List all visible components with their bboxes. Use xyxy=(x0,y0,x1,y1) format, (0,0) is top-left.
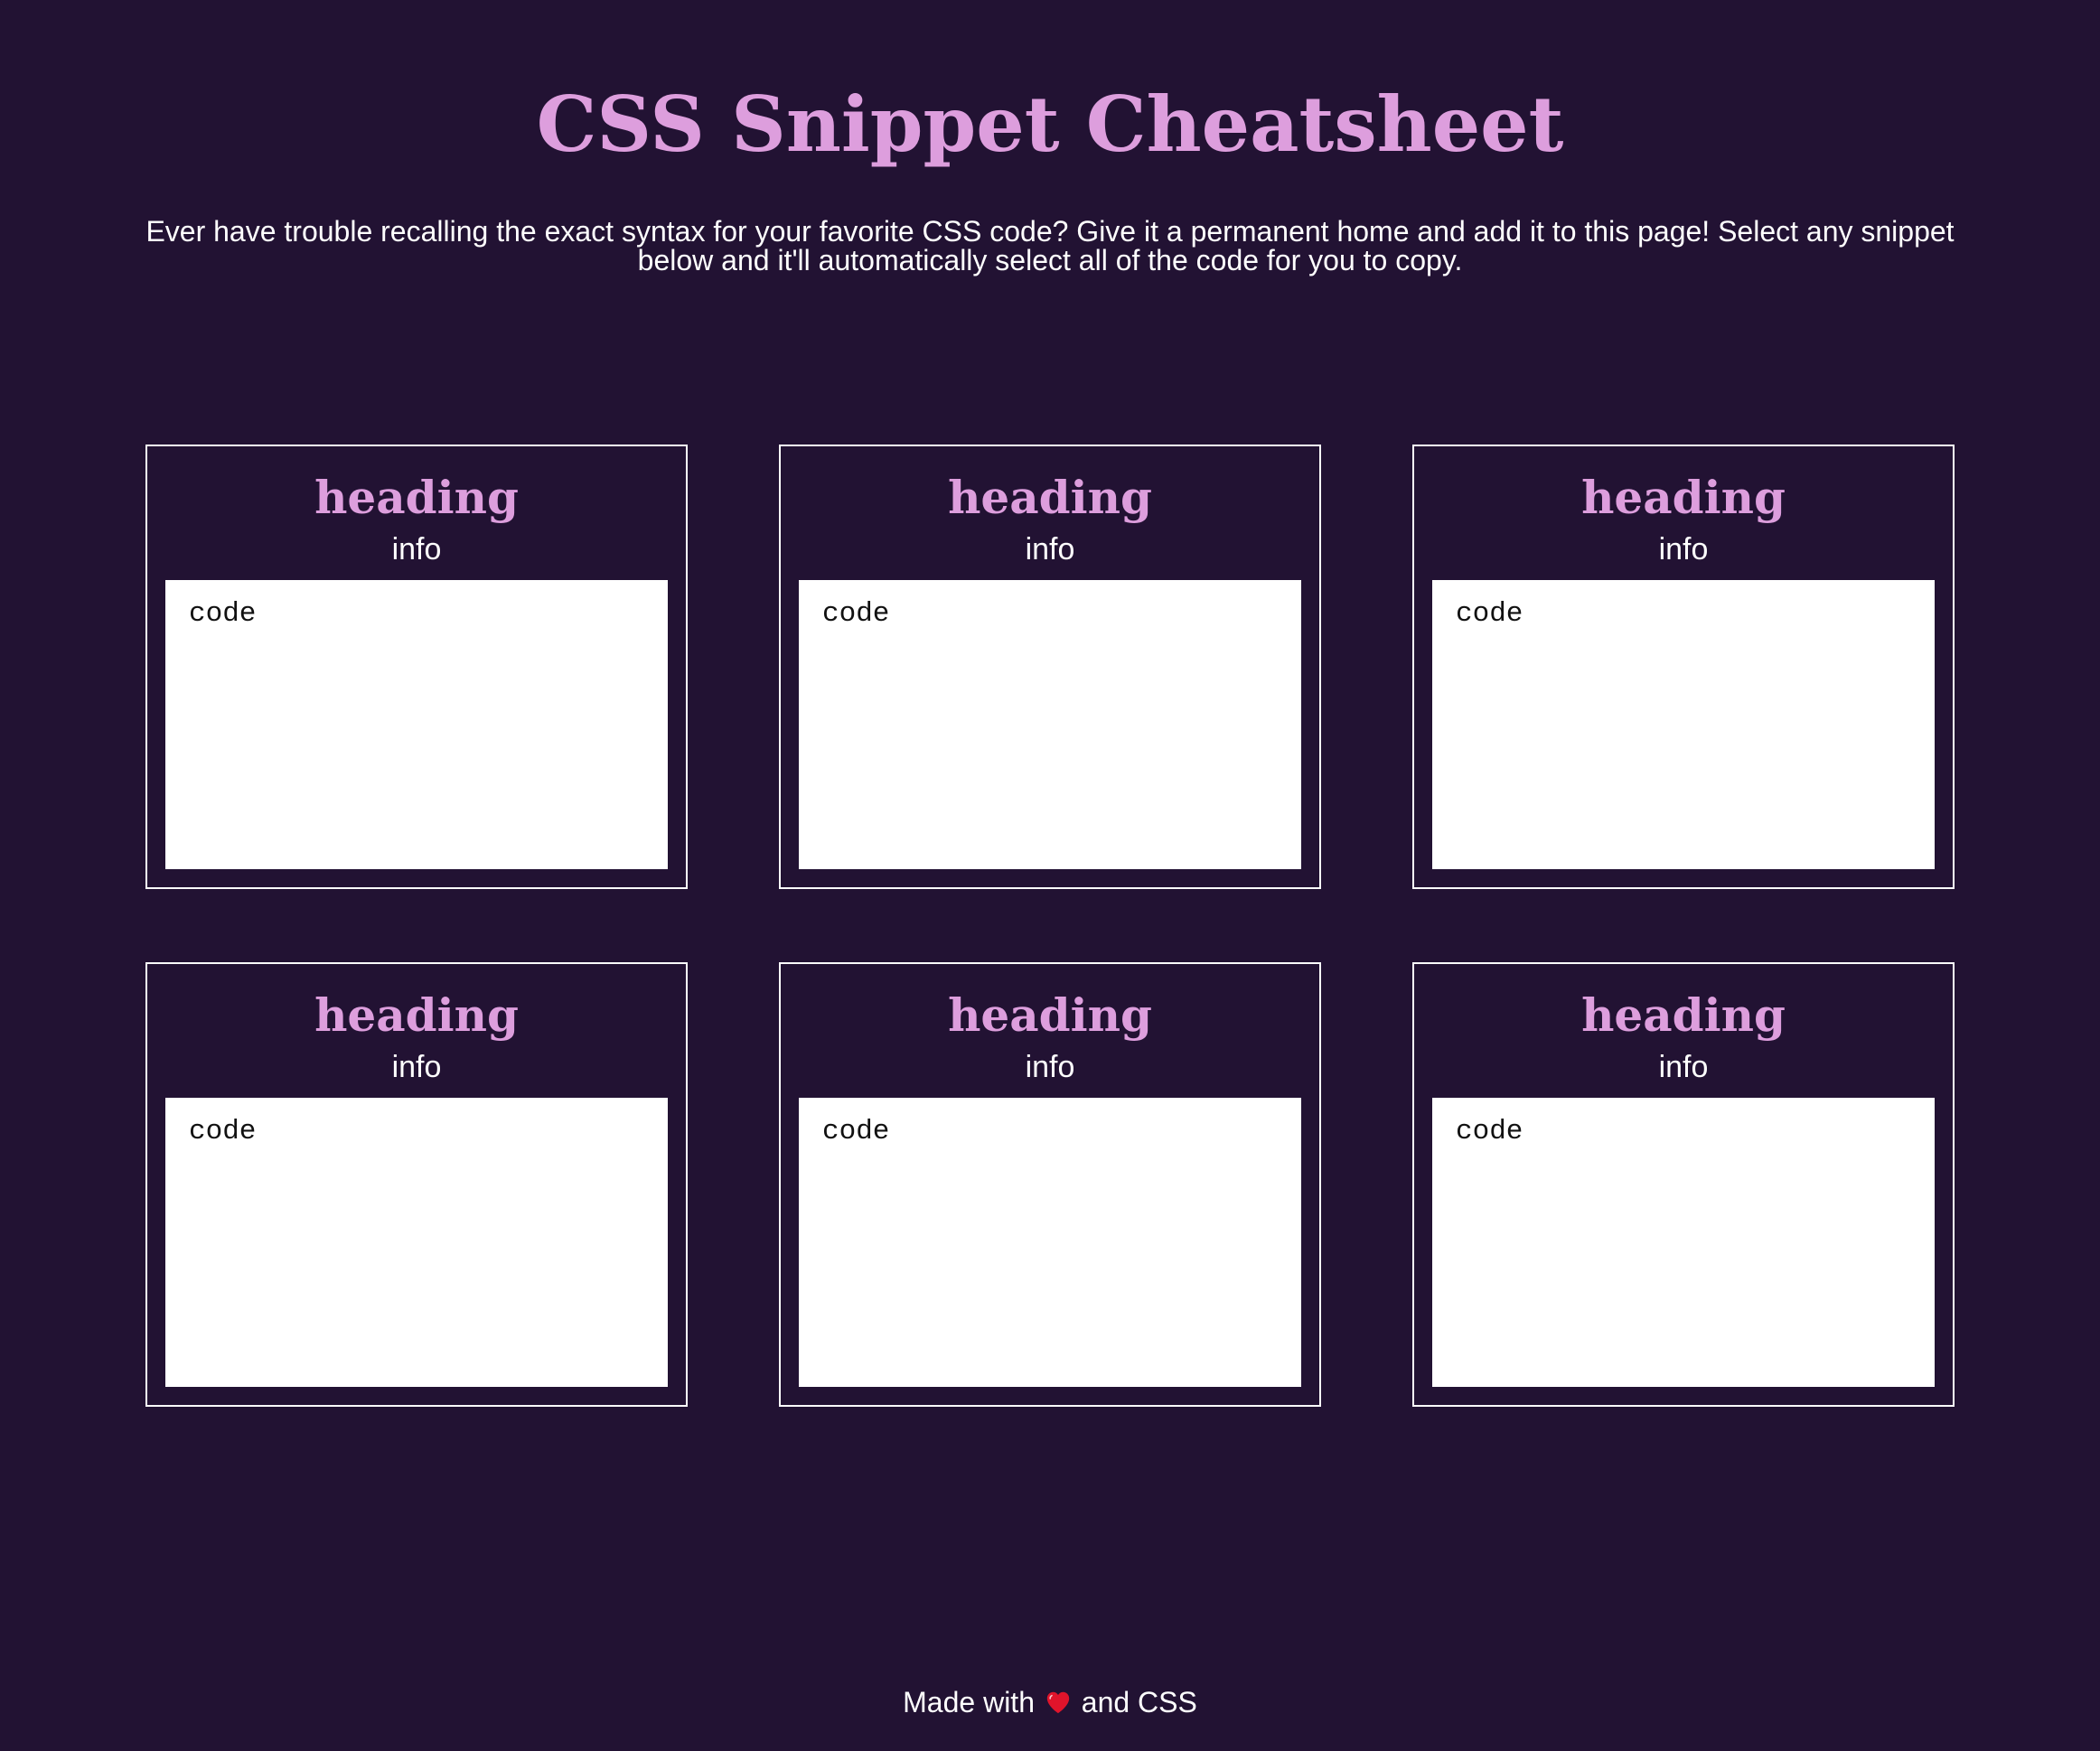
page-title: CSS Snippet Cheatsheet xyxy=(536,80,1564,169)
footer-suffix: and CSS xyxy=(1081,1686,1197,1718)
snippet-heading: heading xyxy=(948,471,1152,524)
snippet-info: info xyxy=(1658,1050,1709,1084)
snippet-code[interactable]: code xyxy=(799,1098,1301,1387)
snippet-code[interactable]: code xyxy=(165,580,668,869)
snippet-heading: heading xyxy=(1581,471,1786,524)
snippet-card: heading info code xyxy=(1412,445,1955,889)
snippet-grid: heading info code heading info code head… xyxy=(145,445,1955,1407)
snippet-code[interactable]: code xyxy=(1432,580,1935,869)
footer-prefix: Made with xyxy=(903,1686,1035,1718)
snippet-heading: heading xyxy=(948,988,1152,1042)
snippet-heading: heading xyxy=(1581,988,1786,1042)
snippet-code[interactable]: code xyxy=(165,1098,668,1387)
snippet-heading: heading xyxy=(314,471,519,524)
snippet-card: heading info code xyxy=(145,445,688,889)
snippet-card: heading info code xyxy=(779,962,1321,1407)
snippet-info: info xyxy=(391,1050,442,1084)
snippet-card: heading info code xyxy=(779,445,1321,889)
snippet-card: heading info code xyxy=(1412,962,1955,1407)
snippet-info: info xyxy=(1025,1050,1075,1084)
snippet-info: info xyxy=(391,532,442,566)
heart-icon xyxy=(1045,1689,1072,1716)
snippet-card: heading info code xyxy=(145,962,688,1407)
snippet-heading: heading xyxy=(314,988,519,1042)
snippet-info: info xyxy=(1658,532,1709,566)
snippet-code[interactable]: code xyxy=(1432,1098,1935,1387)
page: CSS Snippet Cheatsheet Ever have trouble… xyxy=(0,0,2100,1751)
intro-text: Ever have trouble recalling the exact sy… xyxy=(145,215,1955,276)
footer: Made with and CSS xyxy=(0,1682,2100,1722)
snippet-code[interactable]: code xyxy=(799,580,1301,869)
snippet-info: info xyxy=(1025,532,1075,566)
